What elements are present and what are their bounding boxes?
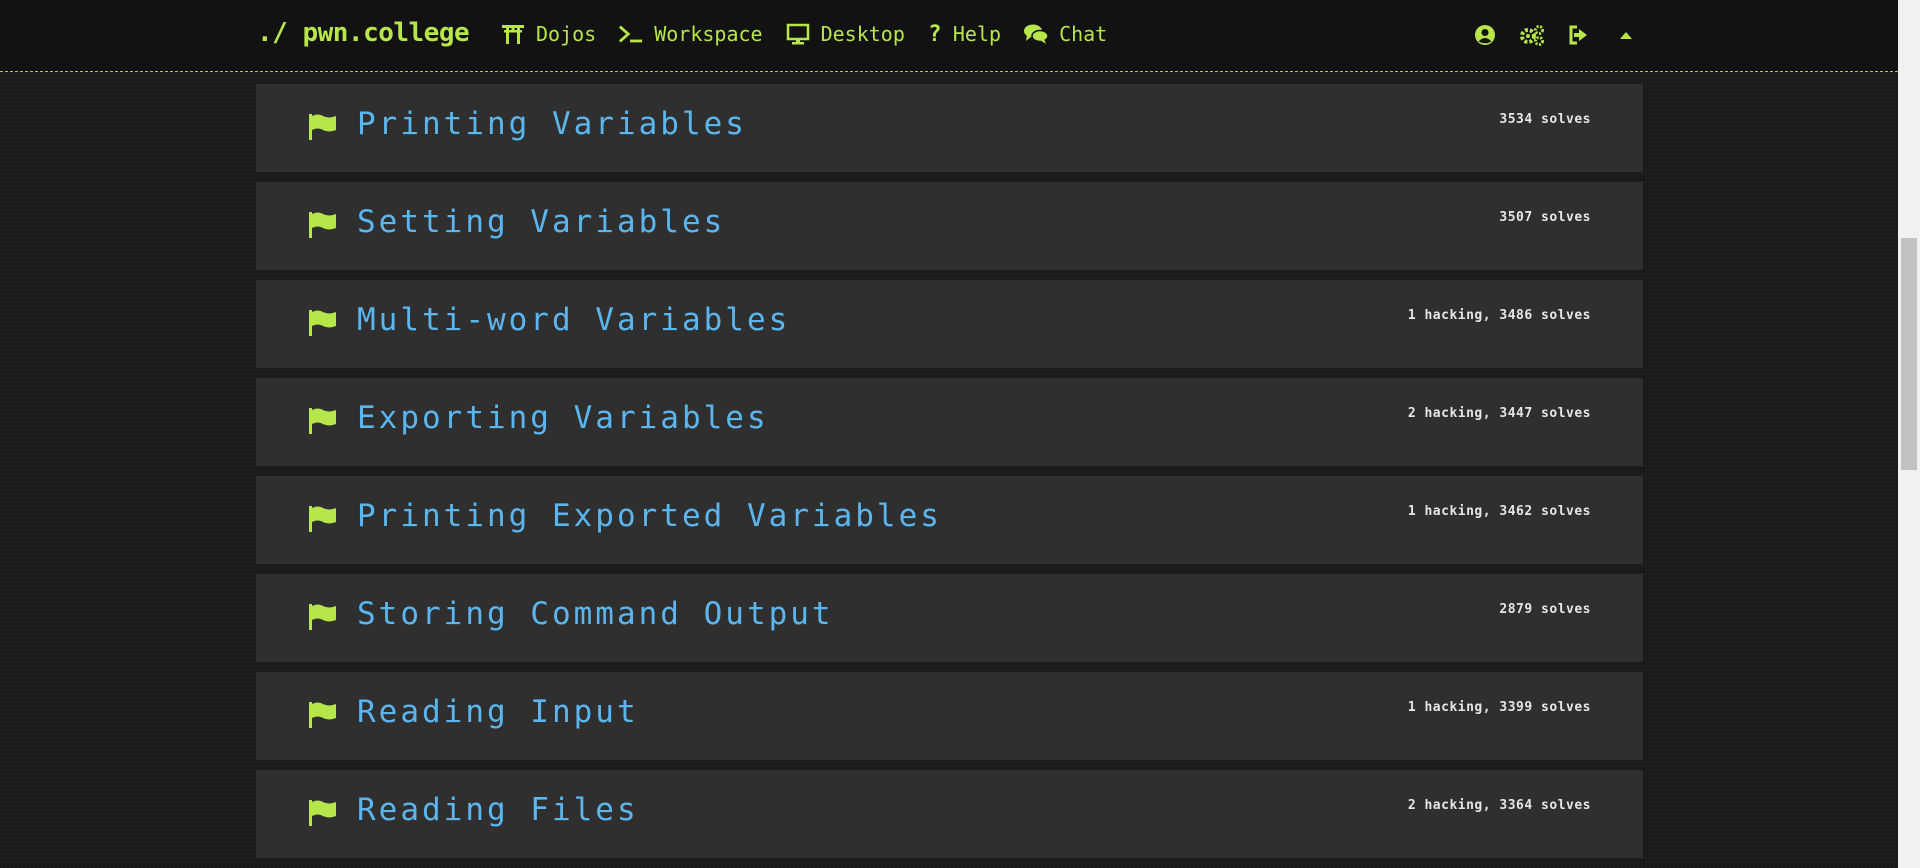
challenge-stats: 1 hacking, 3399 solves (1407, 700, 1591, 715)
nav-workspace-label: Workspace (654, 22, 763, 46)
scrollbar-thumb[interactable] (1901, 238, 1917, 470)
challenge-stats: 2 hacking, 3364 solves (1407, 798, 1591, 813)
flag-icon (308, 113, 338, 141)
challenge-title: Exporting Variables (357, 400, 769, 436)
main-nav: Dojos Workspace Desktop ? Help Chat (500, 21, 1129, 47)
challenge-title: Printing Variables (357, 106, 747, 142)
challenge-row[interactable]: Setting Variables 3507 solves (256, 182, 1643, 270)
logout-icon[interactable] (1566, 22, 1592, 48)
challenge-title: Setting Variables (357, 204, 726, 240)
challenge-row[interactable]: Reading Files 2 hacking, 3364 solves (256, 770, 1643, 858)
challenge-row[interactable]: Storing Command Output 2879 solves (256, 574, 1643, 662)
nav-dojos[interactable]: Dojos (500, 22, 596, 46)
nav-desktop-label: Desktop (820, 22, 905, 46)
challenge-stats: 2879 solves (1499, 602, 1591, 617)
flag-icon (308, 211, 338, 239)
nav-chat-label: Chat (1059, 22, 1108, 46)
challenge-stats: 3534 solves (1499, 112, 1591, 127)
challenge-title: Reading Files (357, 792, 639, 828)
challenge-row[interactable]: Multi-word Variables 1 hacking, 3486 sol… (256, 280, 1643, 368)
desktop-icon (785, 22, 811, 46)
flag-icon (308, 603, 338, 631)
header-actions (1472, 22, 1660, 48)
terminal-icon (618, 22, 644, 46)
challenge-title: Reading Input (357, 694, 639, 730)
challenge-row[interactable]: Printing Variables 3534 solves (256, 84, 1643, 172)
chat-icon (1023, 22, 1049, 46)
brand-logo[interactable]: ./ pwn.college (257, 18, 470, 48)
challenge-title: Storing Command Output (357, 596, 834, 632)
challenge-row[interactable]: Exporting Variables 2 hacking, 3447 solv… (256, 378, 1643, 466)
nav-workspace[interactable]: Workspace (618, 22, 763, 46)
top-navbar: ./ pwn.college Dojos Workspace Desktop ?… (0, 0, 1898, 72)
flag-icon (308, 505, 338, 533)
flag-icon (308, 407, 338, 435)
challenge-title: Printing Exported Variables (357, 498, 942, 534)
nav-dojos-label: Dojos (536, 22, 597, 46)
flag-icon (308, 701, 338, 729)
challenge-stats: 3507 solves (1499, 210, 1591, 225)
nav-help-label: Help (952, 22, 1002, 46)
challenge-row[interactable]: Reading Input 1 hacking, 3399 solves (256, 672, 1643, 760)
nav-help[interactable]: ? Help (927, 21, 1002, 47)
flag-icon (308, 309, 338, 337)
challenge-title: Multi-word Variables (357, 302, 791, 338)
nav-desktop[interactable]: Desktop (785, 22, 905, 46)
challenge-stats: 1 hacking, 3486 solves (1407, 308, 1591, 323)
challenge-row[interactable]: Printing Exported Variables 1 hacking, 3… (256, 476, 1643, 564)
nav-chat[interactable]: Chat (1023, 22, 1107, 46)
caret-up-icon[interactable] (1613, 22, 1639, 48)
challenge-stats: 1 hacking, 3462 solves (1407, 504, 1591, 519)
challenge-stats: 2 hacking, 3447 solves (1407, 406, 1591, 421)
flag-icon (308, 799, 338, 827)
settings-gears-icon[interactable] (1519, 22, 1545, 48)
challenge-list: Printing Variables 3534 solves Setting V… (256, 84, 1643, 868)
torii-gate-icon (500, 22, 526, 46)
user-circle-icon[interactable] (1472, 22, 1498, 48)
question-icon: ? (928, 21, 942, 47)
